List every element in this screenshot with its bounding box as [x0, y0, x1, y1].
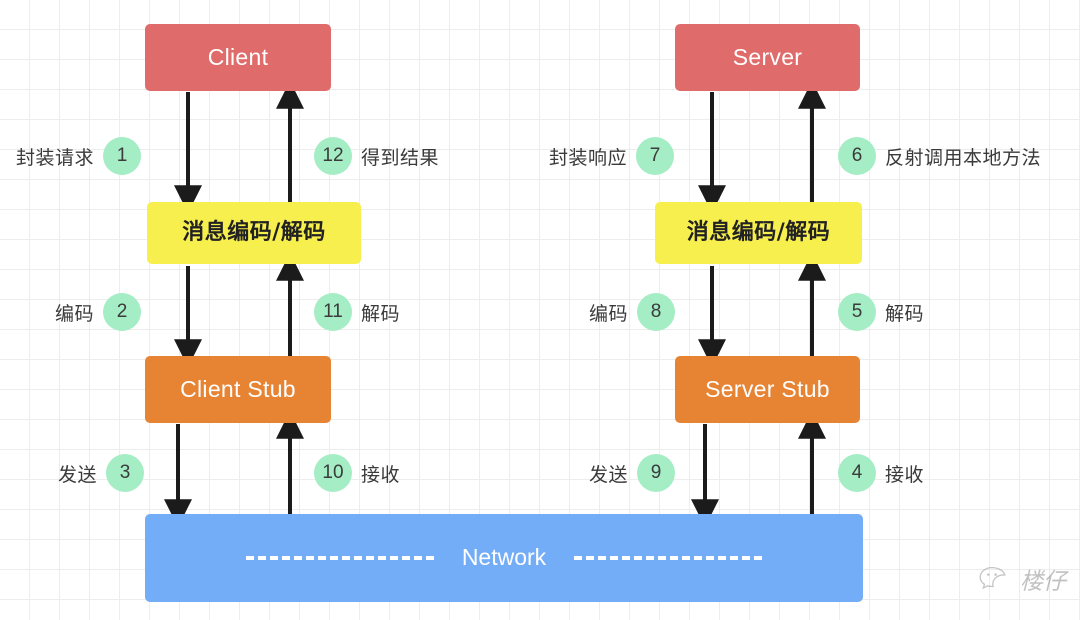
- step-12-label: 得到结果: [361, 146, 440, 169]
- step-9: 发送 9: [589, 454, 676, 492]
- step-10: 10 接收: [314, 454, 400, 492]
- node-network-label: Network: [461, 544, 547, 571]
- step-5-label: 解码: [885, 302, 925, 325]
- step-6-badge: 6: [838, 137, 876, 175]
- step-1-label: 封装请求: [16, 146, 95, 169]
- step-7-label: 封装响应: [549, 146, 628, 169]
- step-12-badge: 12: [314, 137, 352, 175]
- node-client-codec[interactable]: 消息编码/解码: [147, 202, 361, 264]
- diagram-canvas: Client 消息编码/解码 Client Stub Server 消息编码/解…: [0, 0, 1080, 620]
- node-server-codec-label: 消息编码/解码: [686, 219, 831, 245]
- step-8: 编码 8: [589, 293, 676, 331]
- step-8-badge: 8: [637, 293, 676, 331]
- node-client-label: Client: [207, 43, 269, 70]
- node-client-stub-label: Client Stub: [180, 375, 296, 402]
- step-9-label: 发送: [589, 463, 629, 486]
- step-3: 发送 3: [58, 454, 145, 492]
- network-inner: Network: [145, 545, 863, 570]
- step-8-label: 编码: [589, 302, 629, 325]
- step-3-label: 发送: [58, 463, 98, 486]
- network-dash-left: [245, 555, 434, 560]
- step-5: 5 解码: [838, 293, 924, 331]
- step-9-badge: 9: [637, 454, 676, 492]
- step-1: 封装请求 1: [16, 137, 142, 175]
- node-server-stub-label: Server Stub: [705, 375, 830, 402]
- network-dash-right: [574, 555, 763, 560]
- node-server[interactable]: Server: [675, 24, 860, 91]
- node-server-codec[interactable]: 消息编码/解码: [655, 202, 862, 264]
- step-10-badge: 10: [314, 454, 352, 492]
- step-3-badge: 3: [106, 454, 145, 492]
- node-server-stub[interactable]: Server Stub: [675, 356, 860, 423]
- watermark-name: 楼仔: [1020, 569, 1066, 595]
- step-10-label: 接收: [361, 463, 401, 486]
- step-4: 4 接收: [838, 454, 924, 492]
- watermark: 楼仔: [979, 562, 1066, 596]
- step-11-badge: 11: [314, 293, 352, 331]
- step-2: 编码 2: [55, 293, 142, 331]
- step-7: 封装响应 7: [549, 137, 675, 175]
- node-server-label: Server: [732, 43, 803, 70]
- node-client[interactable]: Client: [145, 24, 331, 91]
- node-network[interactable]: Network: [145, 514, 863, 602]
- step-7-badge: 7: [636, 137, 675, 175]
- step-4-label: 接收: [885, 463, 925, 486]
- step-2-badge: 2: [103, 293, 142, 331]
- node-client-codec-label: 消息编码/解码: [182, 219, 326, 245]
- step-4-badge: 4: [838, 454, 876, 492]
- step-12: 12 得到结果: [314, 137, 439, 175]
- step-11-label: 解码: [361, 302, 401, 325]
- step-6-label: 反射调用本地方法: [885, 146, 1042, 169]
- step-6: 6 反射调用本地方法: [838, 137, 1041, 175]
- step-2-label: 编码: [55, 302, 95, 325]
- wechat-icon: [979, 566, 1006, 590]
- step-5-badge: 5: [838, 293, 876, 331]
- node-client-stub[interactable]: Client Stub: [145, 356, 331, 423]
- step-11: 11 解码: [314, 293, 400, 331]
- step-1-badge: 1: [103, 137, 142, 175]
